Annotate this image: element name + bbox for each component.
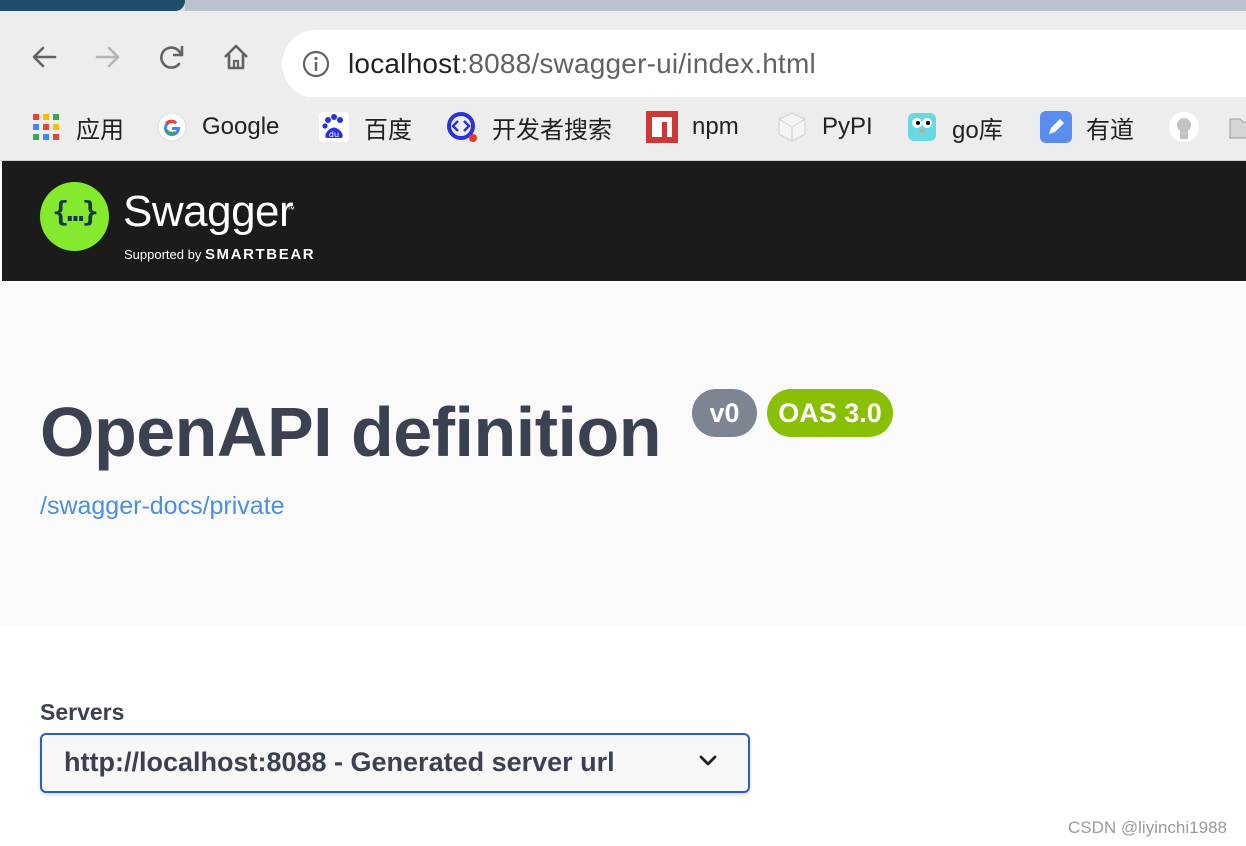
bookmark-dev-search[interactable]: 开发者搜索	[446, 109, 612, 145]
bookmark-google[interactable]: Google	[156, 109, 279, 145]
supported-prefix: Supported by	[124, 247, 205, 262]
page-title: OpenAPI definition	[40, 393, 661, 471]
bookmarks-bar: 应用 Google du 百度 开发者搜索 npm PyPI go库 有道	[0, 97, 1246, 161]
bookmark-label: 应用	[76, 116, 124, 144]
bookmark-label: PyPI	[822, 113, 873, 140]
gopher-icon	[906, 111, 938, 143]
npm-icon	[646, 111, 678, 143]
forward-arrow-icon	[95, 46, 120, 68]
baidu-icon: du	[318, 111, 350, 143]
pypi-icon	[776, 111, 808, 143]
bookmark-youdao[interactable]: 有道	[1040, 109, 1134, 145]
bookmark-label: 开发者搜索	[492, 116, 612, 144]
svg-text:du: du	[329, 130, 339, 139]
bookmark-folder[interactable]	[1228, 109, 1246, 145]
url-text[interactable]: localhost:8088/swagger-ui/index.html	[348, 48, 816, 80]
chevron-down-icon	[698, 754, 718, 773]
oas-badge: OAS 3.0	[767, 389, 893, 437]
supported-by: Supported by SMARTBEAR	[124, 246, 315, 263]
version-badge: v0	[692, 389, 757, 437]
dev-search-icon	[446, 111, 478, 143]
tab-strip-background	[185, 0, 1246, 11]
bookmark-github[interactable]	[1168, 109, 1214, 145]
smartbear-brand: SMARTBEAR	[204, 246, 316, 263]
site-info-icon[interactable]	[302, 50, 330, 83]
google-icon	[156, 111, 188, 143]
address-bar[interactable]: localhost:8088/swagger-ui/index.html	[282, 30, 1246, 98]
github-icon	[1168, 111, 1200, 143]
swagger-topbar: {…} Swagger ™ Supported by SMARTBEAR	[2, 161, 1246, 281]
info-section: OpenAPI definition v0 OAS 3.0 /swagger-d…	[0, 282, 1246, 627]
bookmark-pypi[interactable]: PyPI	[776, 109, 873, 145]
bookmark-go[interactable]: go库	[906, 109, 1003, 145]
watermark: CSDN @liyinchi1988	[1068, 818, 1227, 837]
active-tab[interactable]	[0, 0, 185, 11]
servers-select[interactable]: http://localhost:8088 - Generated server…	[40, 733, 750, 793]
forward-button[interactable]	[90, 39, 126, 75]
back-arrow-icon	[32, 46, 57, 68]
trademark: ™	[287, 205, 295, 214]
servers-label: Servers	[40, 699, 125, 725]
bookmark-label: 百度	[364, 116, 412, 144]
bookmark-label: npm	[692, 113, 739, 140]
bookmark-label: go库	[952, 116, 1003, 144]
youdao-icon	[1040, 111, 1072, 143]
swagger-logo-glyph: {…}	[52, 195, 99, 228]
folder-icon	[1228, 111, 1246, 143]
spec-url-link[interactable]: /swagger-docs/private	[40, 492, 285, 521]
apps-grid-icon	[30, 111, 62, 143]
reload-icon	[160, 46, 184, 69]
servers-selected-value: http://localhost:8088 - Generated server…	[64, 747, 615, 777]
url-host: localhost	[348, 48, 461, 79]
home-icon	[224, 44, 248, 70]
swagger-logo-icon[interactable]: {…}	[40, 182, 109, 251]
bookmark-baidu[interactable]: du 百度	[318, 109, 412, 145]
bookmark-apps[interactable]: 应用	[30, 109, 124, 145]
bookmark-npm[interactable]: npm	[646, 109, 739, 145]
home-button[interactable]	[218, 39, 254, 75]
bookmark-label: Google	[202, 113, 280, 140]
swagger-brand[interactable]: Swagger	[123, 187, 294, 237]
browser-toolbar: localhost:8088/swagger-ui/index.html	[0, 11, 1246, 98]
bookmark-label: 有道	[1086, 116, 1134, 144]
back-button[interactable]	[26, 39, 62, 75]
reload-button[interactable]	[154, 39, 190, 75]
url-path: :8088/swagger-ui/index.html	[460, 48, 816, 79]
